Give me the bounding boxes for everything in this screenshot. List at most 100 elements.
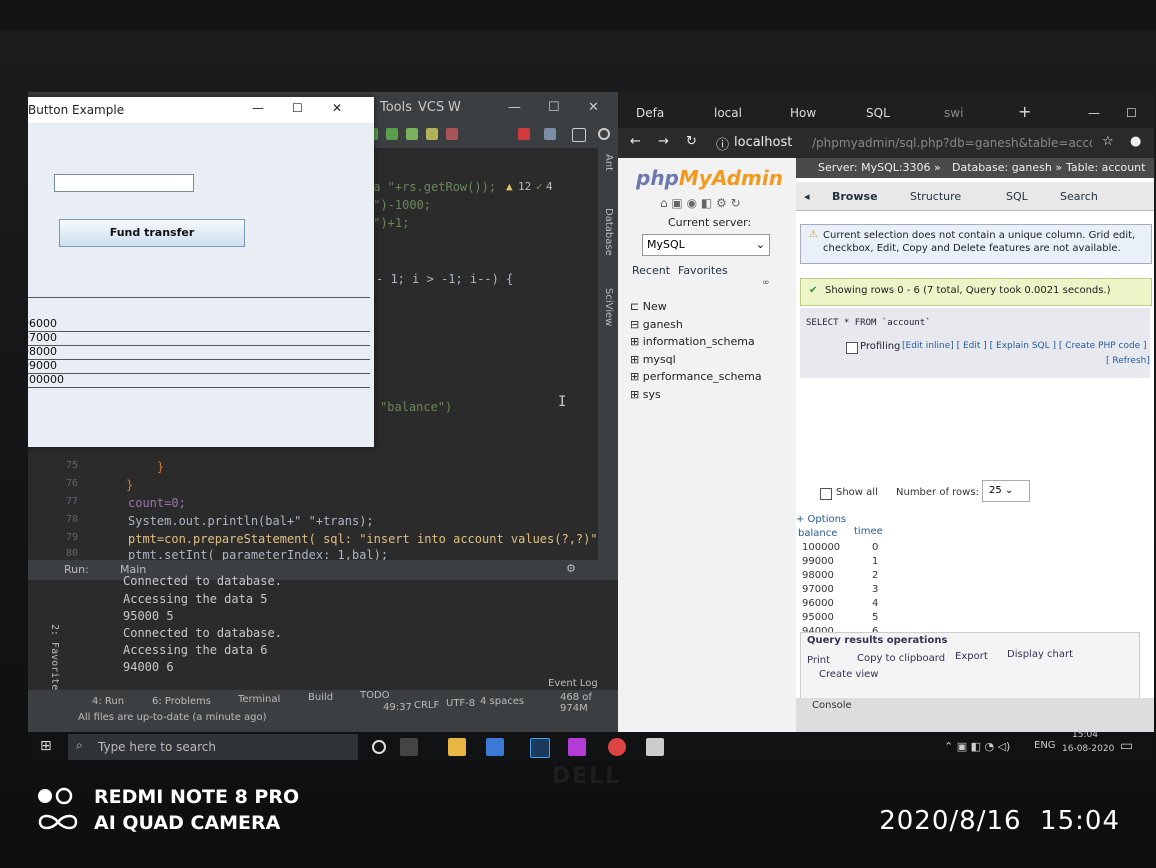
address-bar[interactable]: ← → ↻ ⓘ localhost /phpmyadmin/sql.php?db… — [618, 128, 1154, 158]
nav-recent[interactable]: Recent — [632, 264, 670, 277]
console-label[interactable]: Console — [812, 700, 852, 711]
tab-search[interactable]: Search — [1060, 190, 1098, 203]
event-log-tab[interactable]: Event Log — [548, 678, 598, 689]
tree-db-information-schema[interactable]: ⊞ information_schema — [630, 333, 762, 351]
tab-browse[interactable]: Browse — [832, 190, 878, 203]
menu-tools[interactable]: Tools — [380, 100, 412, 115]
chrome-icon[interactable] — [608, 738, 626, 756]
intellij-icon[interactable] — [568, 738, 586, 756]
java-app-icon[interactable] — [646, 738, 664, 756]
tab-terminal[interactable]: Terminal — [238, 694, 280, 705]
task-view-icon[interactable] — [400, 738, 418, 756]
profiling-links[interactable]: [Edit inline] [ Edit ] [ Explain SQL ] [… — [902, 341, 1147, 351]
store-icon[interactable] — [486, 738, 504, 756]
project-structure-icon[interactable] — [544, 128, 556, 140]
tray-date[interactable]: 16-08-2020 — [1062, 744, 1114, 754]
list-item[interactable]: 99000 — [28, 359, 370, 374]
column-header-timee[interactable]: timee — [854, 526, 883, 537]
maximize-icon[interactable]: ☐ — [548, 100, 560, 115]
tabs-prev-icon[interactable]: ◂ — [804, 190, 810, 203]
breadcrumb-server[interactable]: Server: MySQL:3306 » — [818, 161, 941, 174]
close-icon[interactable]: ✕ — [332, 101, 342, 115]
balance-list[interactable]: 96000 97000 98000 99000 100000 — [28, 305, 370, 405]
link-icon[interactable]: ∞ — [762, 278, 770, 288]
notification-icon[interactable]: ▭ — [1120, 738, 1133, 754]
line-separator[interactable]: CRLF — [414, 700, 439, 711]
tab-structure[interactable]: Structure — [910, 190, 961, 203]
options-toggle[interactable]: + Options — [796, 514, 846, 525]
pma-console-bar[interactable]: Console — [796, 698, 1154, 732]
reload-icon[interactable]: ↻ — [686, 134, 697, 149]
profile-icon[interactable] — [446, 128, 458, 140]
menu-vcs[interactable]: VCS — [418, 100, 444, 115]
favorites-tab[interactable]: 2: Favorites — [49, 624, 60, 696]
indent[interactable]: 4 spaces — [480, 696, 524, 707]
close-icon[interactable]: ✕ — [588, 100, 599, 115]
profile-icon[interactable]: ● — [1130, 134, 1141, 149]
tree-db-sys[interactable]: ⊞ sys — [630, 386, 762, 404]
tool-ant[interactable]: Ant — [603, 154, 614, 171]
list-item[interactable]: 100000 — [28, 373, 370, 388]
tray-language[interactable]: ENG — [1034, 740, 1056, 751]
minimize-icon[interactable]: — — [1088, 106, 1100, 120]
stop-icon[interactable] — [518, 128, 530, 140]
menu-window[interactable]: W — [448, 100, 461, 115]
star-icon[interactable]: ☆ — [1102, 134, 1114, 149]
create-view-link[interactable]: Create view — [819, 669, 878, 680]
browser-tab[interactable]: Defa — [636, 106, 664, 120]
tab-build[interactable]: Build — [308, 692, 333, 703]
coverage-icon[interactable] — [426, 128, 438, 140]
tab-problems[interactable]: 6: Problems — [152, 696, 211, 707]
search-icon[interactable] — [598, 128, 610, 140]
maximize-icon[interactable]: ☐ — [292, 101, 303, 115]
display-chart-link[interactable]: Display chart — [1007, 649, 1073, 660]
cursor-position[interactable]: 49:37 — [383, 702, 412, 713]
browser-tab[interactable]: SQL — [866, 106, 890, 120]
copy-link[interactable]: Copy to clipboard — [857, 653, 945, 664]
debug-icon[interactable] — [406, 128, 418, 140]
browser-tab[interactable]: swi — [944, 106, 963, 120]
tool-sciview[interactable]: SciView — [603, 288, 614, 326]
tree-db-mysql[interactable]: ⊞ mysql — [630, 351, 762, 369]
layout-icon[interactable] — [572, 128, 586, 142]
pma-logo[interactable]: phpMyAdmin — [636, 166, 783, 190]
breadcrumb-database[interactable]: Database: ganesh » — [952, 161, 1062, 174]
browser-tab-active[interactable]: local — [714, 106, 742, 120]
encoding[interactable]: UTF-8 — [446, 698, 475, 709]
column-header-balance[interactable]: balance — [798, 528, 837, 539]
list-item[interactable]: 98000 — [28, 345, 370, 360]
run-console[interactable]: Connected to database. Accessing the dat… — [28, 574, 618, 696]
nav-favorites[interactable]: Favorites — [678, 264, 728, 277]
maximize-icon[interactable]: ☐ — [1126, 106, 1137, 120]
memory-indicator[interactable]: 468 of 974M — [560, 692, 618, 714]
tray-time[interactable]: 15:04 — [1072, 730, 1098, 740]
refresh-link[interactable]: [ Refresh] — [1106, 356, 1150, 366]
list-item[interactable]: 97000 — [28, 331, 370, 346]
print-link[interactable]: Print — [807, 655, 830, 666]
tree-db-ganesh[interactable]: ⊟ ganesh — [630, 316, 762, 334]
tree-new[interactable]: ⊏ New — [630, 298, 762, 316]
cortana-icon[interactable] — [372, 740, 386, 754]
tab-todo[interactable]: TODO — [360, 690, 390, 701]
tray-icons[interactable]: ⌃ ▣ ◧ ◔ ◁) — [944, 740, 1010, 753]
export-link[interactable]: Export — [955, 651, 988, 662]
url-path[interactable]: /phpmyadmin/sql.php?db=ganesh&table=acco… — [812, 136, 1092, 150]
url-host[interactable]: localhost — [734, 135, 792, 150]
amount-text-field[interactable] — [54, 174, 194, 192]
show-all-checkbox[interactable] — [820, 488, 832, 500]
run-icon[interactable] — [386, 128, 398, 140]
server-select[interactable]: MySQL ⌄ — [642, 234, 770, 256]
tree-db-performance-schema[interactable]: ⊞ performance_schema — [630, 368, 762, 386]
minimize-icon[interactable]: — — [252, 101, 264, 115]
forward-icon[interactable]: → — [658, 134, 669, 149]
back-icon[interactable]: ← — [630, 134, 641, 149]
tool-database[interactable]: Database — [603, 208, 614, 256]
tab-run[interactable]: 4: Run — [92, 696, 124, 707]
new-tab-icon[interactable]: + — [1018, 102, 1031, 121]
photoshop-icon[interactable] — [530, 738, 550, 758]
gear-icon[interactable]: ⚙ — [566, 562, 576, 575]
fund-transfer-button[interactable]: Fund transfer — [59, 219, 245, 247]
pma-quick-icons[interactable]: ⌂ ▣ ◉ ◧ ⚙ ↻ — [660, 196, 741, 210]
browser-tab[interactable]: How — [790, 106, 816, 120]
windows-start-icon[interactable]: ⊞ — [40, 738, 52, 754]
